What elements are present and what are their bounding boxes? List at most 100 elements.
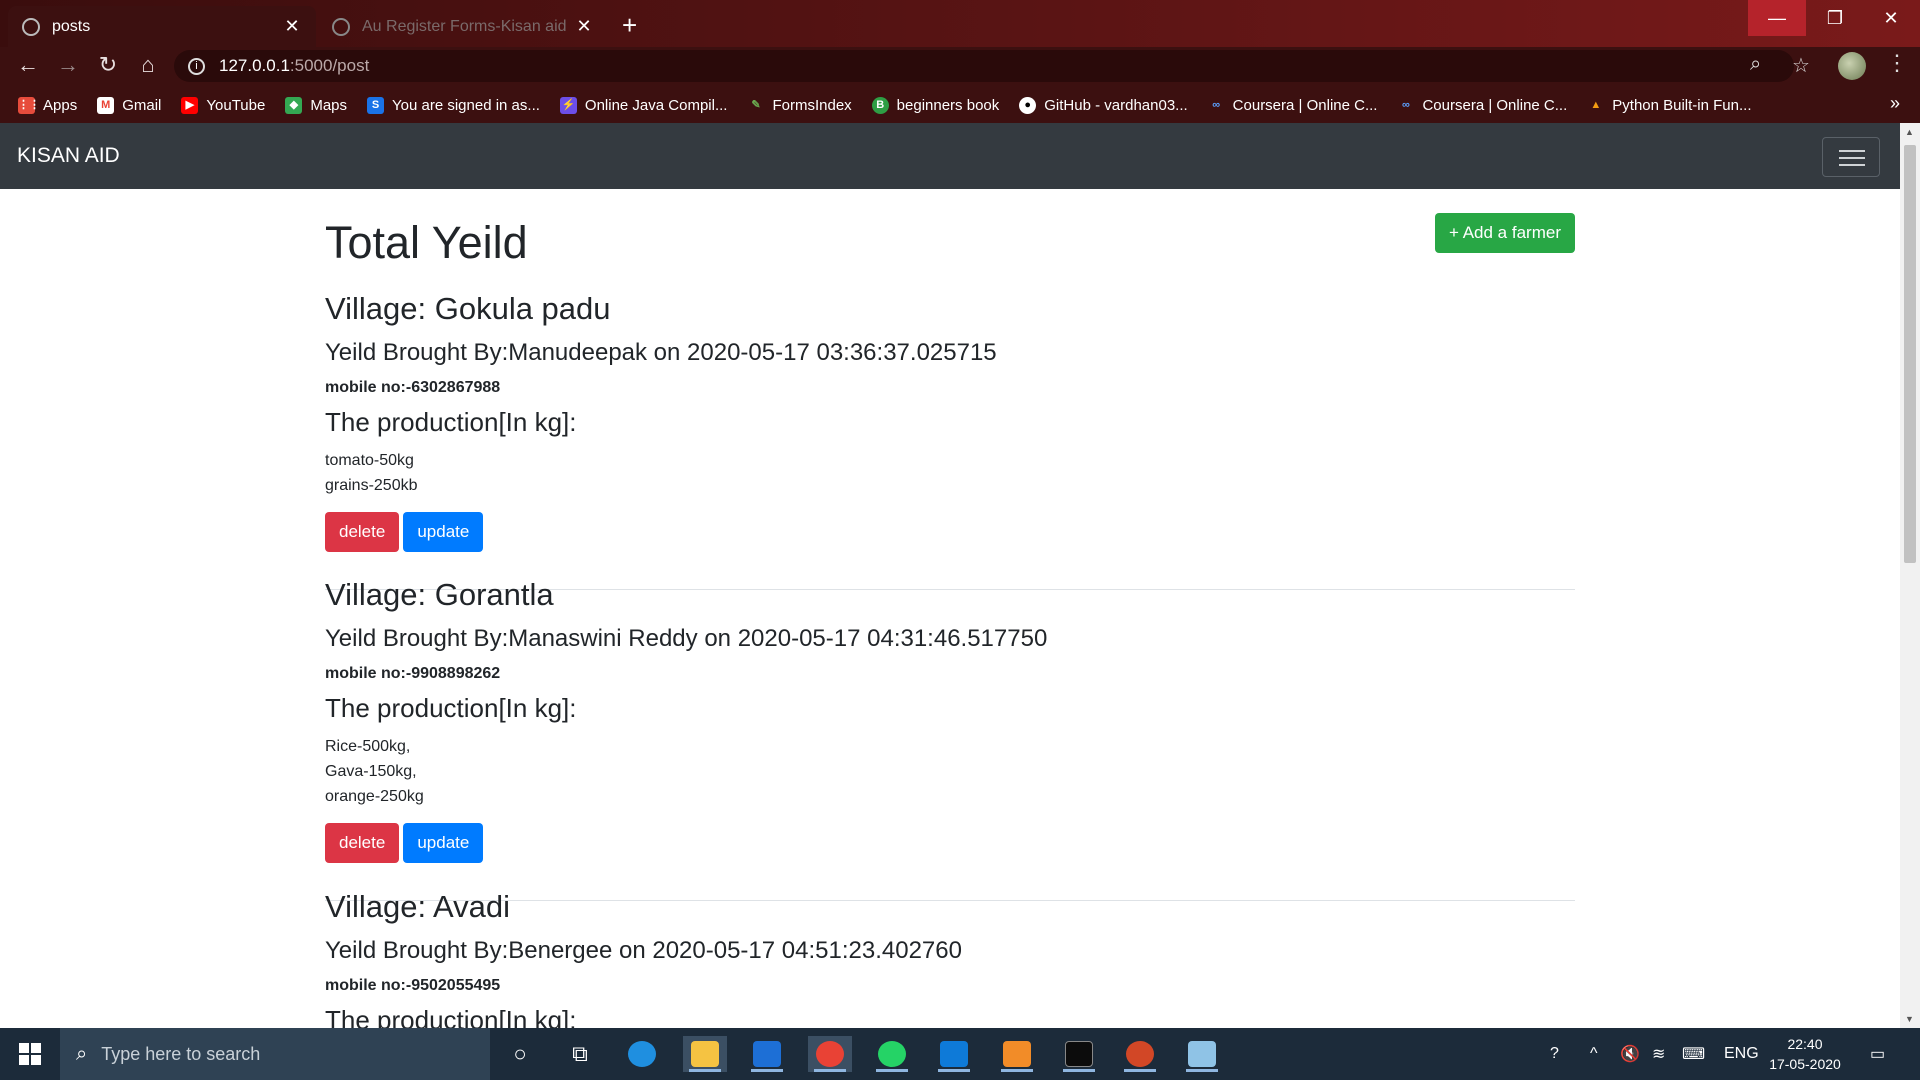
- site-brand[interactable]: KISAN AID: [17, 144, 120, 168]
- page-scrollbar[interactable]: ▲ ▼: [1900, 123, 1920, 1028]
- wifi-icon[interactable]: ≋: [1652, 1028, 1665, 1080]
- profile-avatar[interactable]: [1838, 52, 1866, 80]
- update-button[interactable]: update: [403, 512, 484, 552]
- keyboard-icon[interactable]: ⌨: [1682, 1028, 1705, 1080]
- tab-posts[interactable]: posts ✕: [8, 6, 316, 47]
- bookmark-star-icon[interactable]: ☆: [1792, 53, 1810, 78]
- new-tab-icon[interactable]: +: [622, 10, 637, 41]
- browser-titlebar: posts ✕ Au Register Forms-Kisan aid ✕ + …: [0, 0, 1920, 47]
- village-title: Village: Gorantla: [325, 577, 554, 612]
- bookmark-label: Online Java Compil...: [584, 96, 728, 114]
- yield-brought-by: Yeild Brought By:Manaswini Reddy on 2020…: [325, 625, 1048, 652]
- navbar-toggler-button[interactable]: [1822, 137, 1880, 177]
- notification-icon[interactable]: ▭: [1870, 1028, 1885, 1080]
- restore-icon[interactable]: ❐: [1806, 0, 1864, 36]
- gmail-icon: M: [97, 96, 115, 114]
- sublime-text-icon[interactable]: [995, 1036, 1039, 1072]
- post-actions: delete update: [325, 823, 1575, 863]
- bookmark-formsindex[interactable]: ✎ FormsIndex: [747, 97, 851, 114]
- forward-icon[interactable]: →: [54, 52, 82, 78]
- coursera-icon: ∞: [1402, 98, 1410, 111]
- site-navbar: KISAN AID: [0, 123, 1900, 189]
- powerpoint-icon[interactable]: [1118, 1036, 1162, 1072]
- tab-register-forms[interactable]: Au Register Forms-Kisan aid ✕: [318, 6, 608, 47]
- post-item: Village: Gorantla Yeild Brought By:Manas…: [325, 577, 1575, 901]
- task-view-icon[interactable]: ⧉: [558, 1036, 602, 1072]
- notepad-icon[interactable]: [1180, 1036, 1224, 1072]
- add-farmer-button[interactable]: + Add a farmer: [1435, 213, 1575, 253]
- bookmark-apps[interactable]: ⋮⋮ Apps: [18, 96, 78, 114]
- bookmark-github[interactable]: ● GitHub - vardhan03...: [1019, 96, 1188, 114]
- mobile-number: mobile no:-9502055495: [325, 977, 501, 994]
- post-item: Village: Avadi Yeild Brought By:Benergee…: [325, 889, 1575, 1028]
- mobile-number: mobile no:-9908898262: [325, 665, 501, 682]
- bookmark-label: YouTube: [206, 96, 266, 114]
- chrome-icon[interactable]: [808, 1036, 852, 1072]
- hamburger-icon: [1839, 150, 1865, 152]
- url-host: 127.0.0.1: [219, 56, 290, 75]
- yield-brought-by: Yeild Brought By:Manudeepak on 2020-05-1…: [325, 339, 997, 366]
- bookmark-beginners-book[interactable]: Bbeginners book: [871, 96, 1000, 114]
- url-path: :5000/post: [289, 56, 370, 75]
- back-icon[interactable]: ←: [14, 52, 42, 78]
- b-icon: B: [871, 96, 889, 114]
- update-button[interactable]: update: [403, 823, 484, 863]
- cortana-icon[interactable]: ○: [498, 1036, 542, 1072]
- delete-button[interactable]: delete: [325, 512, 400, 552]
- bookmark-label: Maps: [310, 96, 348, 114]
- bookmark-gmail[interactable]: M Gmail: [97, 96, 161, 114]
- taskbar-search[interactable]: ⌕ Type here to search: [60, 1028, 490, 1080]
- bookmark-label: Coursera | Online C...: [1232, 96, 1378, 114]
- scrollbar-thumb[interactable]: [1904, 145, 1916, 563]
- search-icon: ⌕: [76, 1042, 88, 1065]
- edge-icon[interactable]: [620, 1036, 664, 1072]
- bookmark-java-compiler[interactable]: ⚡ Online Java Compil...: [559, 96, 728, 114]
- coursera-icon: ∞: [1212, 98, 1221, 111]
- bookmark-label: Python Built-in Fun...: [1612, 96, 1752, 114]
- bookmark-maps[interactable]: ◆ Maps: [285, 96, 348, 114]
- home-icon[interactable]: ⌂: [134, 52, 162, 78]
- bookmark-label: Apps: [43, 96, 78, 114]
- close-tab-icon[interactable]: ✕: [574, 16, 594, 37]
- zoom-icon[interactable]: ⌕: [1750, 53, 1761, 76]
- bookmark-coursera-2[interactable]: ∞ Coursera | Online C...: [1397, 97, 1567, 114]
- scroll-down-icon[interactable]: ▼: [1905, 1014, 1914, 1024]
- bookmark-coursera-1[interactable]: ∞ Coursera | Online C...: [1208, 96, 1378, 114]
- maps-icon: ◆: [285, 96, 303, 114]
- page-title: Total Yeild: [325, 217, 528, 268]
- bookmark-signed-in[interactable]: S You are signed in as...: [367, 96, 540, 114]
- bookmark-python-builtins[interactable]: ▲ Python Built-in Fun...: [1587, 97, 1751, 114]
- language-indicator[interactable]: ENG: [1724, 1028, 1759, 1080]
- mail-icon[interactable]: [745, 1036, 789, 1072]
- start-button[interactable]: [0, 1028, 60, 1080]
- address-bar[interactable]: i 127.0.0.1:5000/post: [174, 50, 1794, 82]
- bookmark-label: FormsIndex: [772, 96, 852, 114]
- window-close-icon[interactable]: ✕: [1862, 0, 1920, 36]
- bookmarks-overflow-icon[interactable]: »: [1890, 93, 1900, 114]
- production-line: tomato-50kg: [325, 452, 414, 469]
- scroll-up-icon[interactable]: ▲: [1905, 127, 1914, 137]
- site-info-icon[interactable]: i: [188, 57, 205, 75]
- bookmark-youtube[interactable]: ▶ YouTube: [181, 96, 266, 114]
- help-icon[interactable]: ?: [1550, 1028, 1559, 1080]
- production-list: tomato-50kg grains-250kb: [325, 448, 1575, 498]
- menu-kebab-icon[interactable]: ⋮: [1886, 50, 1908, 76]
- reload-icon[interactable]: ↻: [94, 52, 122, 78]
- s-icon: S: [367, 96, 385, 114]
- whatsapp-icon[interactable]: [870, 1036, 914, 1072]
- vscode-icon[interactable]: [932, 1036, 976, 1072]
- bookmark-label: beginners book: [896, 96, 1000, 114]
- search-placeholder: Type here to search: [101, 1043, 261, 1064]
- delete-button[interactable]: delete: [325, 823, 400, 863]
- terminal-icon[interactable]: [1057, 1036, 1101, 1072]
- close-tab-icon[interactable]: ✕: [282, 16, 302, 37]
- volume-muted-icon[interactable]: 🔇: [1620, 1028, 1640, 1080]
- file-explorer-icon[interactable]: [683, 1036, 727, 1072]
- globe-icon: [332, 17, 350, 36]
- forms-icon: ✎: [751, 98, 761, 111]
- minimize-icon[interactable]: —: [1748, 0, 1806, 36]
- system-clock[interactable]: 22:40 17-05-2020: [1760, 1034, 1850, 1074]
- github-icon: ●: [1019, 96, 1037, 114]
- mobile-number: mobile no:-6302867988: [325, 379, 501, 396]
- tray-chevron-icon[interactable]: ^: [1590, 1028, 1598, 1080]
